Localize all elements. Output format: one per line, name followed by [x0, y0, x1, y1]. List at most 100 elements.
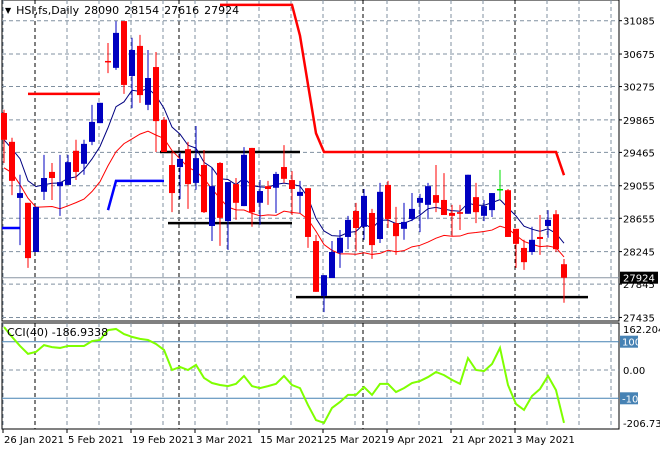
- bearish-candle: [513, 228, 519, 244]
- bearish-candle: [265, 186, 271, 189]
- bullish-candle: [17, 193, 23, 198]
- bearish-candle: [249, 147, 255, 213]
- cci-max-label: 162.2047: [623, 325, 660, 336]
- chart-header: ▼ HSI,fs,Daily 28090 28154 27616 27924: [5, 4, 239, 17]
- bearish-candle: [137, 45, 143, 96]
- bullish-candle: [81, 143, 87, 164]
- bearish-candle: [73, 150, 79, 172]
- bullish-candle: [329, 252, 335, 279]
- bearish-candle: [441, 199, 447, 216]
- bearish-candle: [521, 247, 527, 263]
- bullish-candle: [41, 178, 47, 192]
- bearish-candle: [505, 190, 511, 237]
- y-tick-label: 29055: [623, 182, 655, 193]
- x-tick-label: 19 Feb 2021: [132, 435, 194, 446]
- bearish-candle: [105, 60, 111, 63]
- bullish-candle: [425, 186, 431, 205]
- chart-window: 31085 30675 30275 29865 29465 29055 28655 28245…: [0, 0, 660, 450]
- x-tick-label: 26 Jan 2021: [4, 435, 64, 446]
- cci-name: CCI(40): [7, 326, 49, 339]
- bullish-candle: [241, 154, 247, 207]
- bullish-candle: [57, 182, 63, 187]
- bearish-candle: [281, 167, 287, 179]
- bullish-candle: [321, 275, 327, 296]
- bearish-candle: [561, 264, 567, 278]
- bearish-candle: [473, 197, 479, 213]
- bearish-candle: [393, 223, 399, 237]
- open-value: 28090: [84, 4, 120, 17]
- bullish-candle: [361, 195, 367, 227]
- bullish-candle: [33, 206, 39, 253]
- bullish-candle: [89, 121, 95, 142]
- y-tick-label: 28655: [623, 214, 655, 225]
- cci-level-label: 100: [622, 338, 641, 349]
- bearish-candle: [433, 195, 439, 203]
- bullish-candle: [481, 206, 487, 216]
- bearish-candle: [217, 162, 223, 218]
- x-tick-label: 3 Mar 2021: [196, 435, 253, 446]
- bullish-candle: [545, 219, 551, 226]
- cci-min-label: -206.736: [623, 419, 660, 430]
- bearish-candle: [185, 149, 191, 185]
- bearish-candle: [553, 214, 559, 250]
- bearish-candle: [369, 212, 375, 246]
- x-tick-label: 21 Apr 2021: [452, 435, 514, 446]
- x-tick-label: 3 May 2021: [516, 435, 575, 446]
- bearish-candle: [497, 188, 503, 191]
- bullish-candle: [401, 221, 407, 229]
- bullish-candle: [377, 191, 383, 239]
- bearish-candle: [313, 241, 319, 292]
- bullish-candle: [529, 239, 535, 253]
- bullish-candle: [209, 186, 215, 226]
- bullish-candle: [113, 32, 119, 68]
- bearish-candle: [1, 112, 7, 140]
- cci-value: -186.9338: [51, 326, 109, 339]
- cci-header: CCI(40) -186.9338: [7, 326, 108, 339]
- bullish-candle: [145, 78, 151, 105]
- bullish-candle: [65, 162, 71, 185]
- y-tick-label: 27435: [623, 313, 655, 324]
- dropdown-triangle-icon[interactable]: ▼: [5, 6, 11, 15]
- bullish-candle: [177, 158, 183, 168]
- bearish-candle: [457, 212, 463, 214]
- cci-zero-label: 0.00: [623, 366, 645, 377]
- x-tick-label: 15 Mar 2021: [260, 435, 323, 446]
- y-tick-label: 29465: [623, 148, 655, 159]
- x-tick-label: 9 Apr 2021: [388, 435, 443, 446]
- bearish-candle: [49, 171, 55, 179]
- bearish-candle: [121, 21, 127, 85]
- bullish-candle: [225, 182, 231, 222]
- bullish-candle: [97, 102, 103, 124]
- bearish-candle: [9, 141, 15, 181]
- bullish-candle: [129, 49, 135, 76]
- bearish-candle: [449, 212, 455, 216]
- y-tick-label: 28245: [623, 248, 655, 259]
- bearish-candle: [289, 180, 295, 189]
- bearish-candle: [169, 165, 175, 194]
- bullish-candle: [273, 173, 279, 188]
- bullish-candle: [337, 237, 343, 253]
- main-panel: [1, 0, 620, 322]
- bearish-candle: [385, 184, 391, 220]
- bearish-candle: [201, 165, 207, 213]
- y-tick-label: 30675: [623, 50, 655, 61]
- bullish-candle: [257, 191, 263, 203]
- bullish-candle: [489, 193, 495, 211]
- low-value: 27616: [164, 4, 200, 17]
- bullish-candle: [193, 158, 199, 183]
- y-tick-label: 30275: [623, 83, 655, 94]
- x-tick-label: 5 Feb 2021: [68, 435, 124, 446]
- bullish-candle: [409, 208, 415, 220]
- high-value: 28154: [124, 4, 160, 17]
- bullish-candle: [297, 191, 303, 196]
- bearish-candle: [305, 188, 311, 237]
- bullish-candle: [465, 174, 471, 214]
- symbol-label: HSI,fs,Daily: [16, 4, 80, 17]
- bearish-candle: [537, 236, 543, 239]
- bearish-candle: [25, 202, 31, 259]
- close-value: 27924: [204, 4, 240, 17]
- price-chart[interactable]: 31085 30675 30275 29865 29465 29055 28655 28245…: [0, 0, 660, 450]
- bullish-candle: [345, 219, 351, 237]
- bearish-candle: [161, 119, 167, 153]
- y-tick-label: 29865: [623, 116, 655, 127]
